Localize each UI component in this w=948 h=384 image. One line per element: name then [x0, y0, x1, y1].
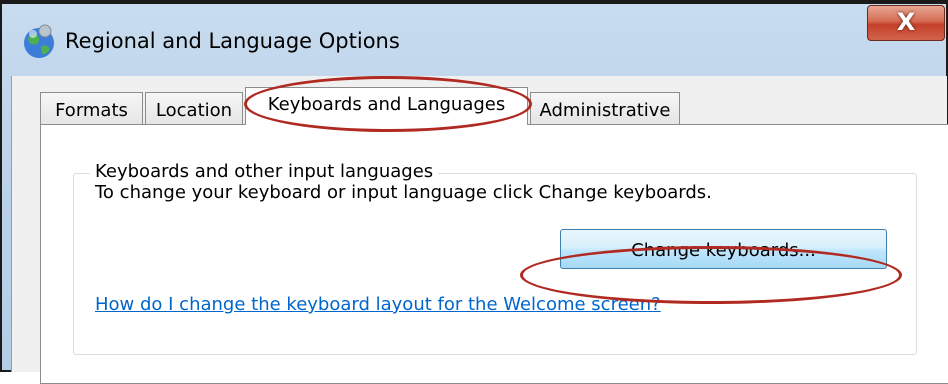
tab-administrative-label: Administrative — [539, 100, 671, 121]
change-keyboards-button[interactable]: Change keyboards... — [560, 229, 887, 269]
tab-formats-label: Formats — [55, 100, 128, 121]
tab-keyboards-and-languages-label: Keyboards and Languages — [267, 94, 506, 115]
close-button[interactable]: X — [867, 5, 945, 41]
keyboards-tab-panel: Keyboards and other input languages To c… — [40, 124, 948, 384]
description-text: To change your keyboard or input languag… — [95, 182, 712, 203]
tab-administrative[interactable]: Administrative — [530, 92, 680, 126]
group-title: Keyboards and other input languages — [90, 161, 439, 182]
globe-icon — [24, 24, 54, 58]
dialog-client-area: Formats Location Keyboards and Languages… — [11, 76, 948, 384]
regional-language-window: Regional and Language Options X Formats … — [0, 0, 948, 384]
top-border — [0, 0, 948, 4]
window-title: Regional and Language Options — [65, 29, 400, 53]
tab-location[interactable]: Location — [145, 92, 243, 126]
tab-location-label: Location — [155, 100, 233, 121]
welcome-screen-help-link[interactable]: How do I change the keyboard layout for … — [95, 294, 661, 315]
tab-keyboards-and-languages[interactable]: Keyboards and Languages — [245, 87, 528, 125]
title-bar[interactable]: Regional and Language Options X — [2, 2, 946, 76]
close-icon: X — [896, 8, 916, 36]
tab-formats[interactable]: Formats — [40, 92, 143, 126]
